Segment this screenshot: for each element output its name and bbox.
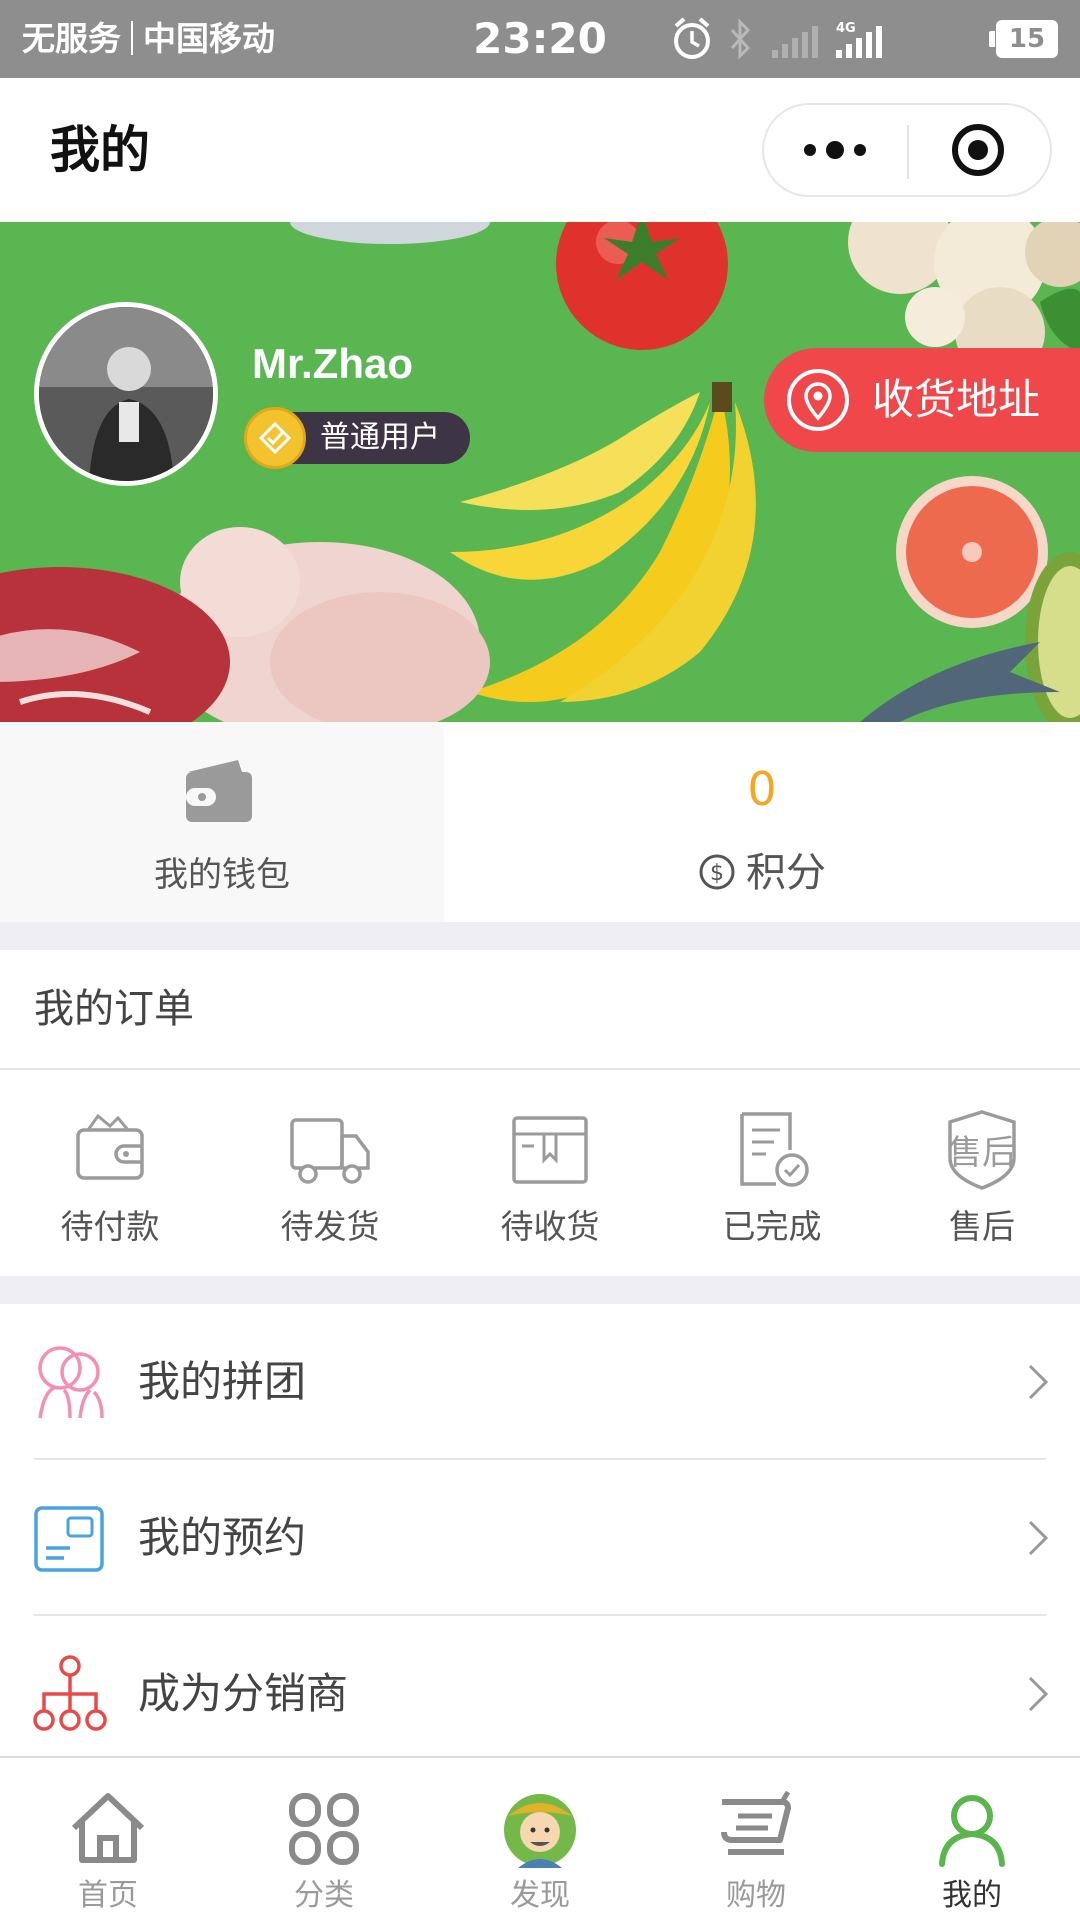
menu-reservation-label: 我的预约 xyxy=(138,1513,307,1562)
order-pending-payment[interactable]: 待付款 xyxy=(2,1072,218,1276)
status-bar: 无服务 中国移动 23:20 4G 15 xyxy=(0,0,1080,78)
tab-mine[interactable]: 我的 xyxy=(864,1758,1080,1922)
cart-icon xyxy=(721,1790,791,1855)
location-pin-icon xyxy=(787,369,849,431)
order-status-bar: 待付款 待发货 待收货 已完成 售后 售后 xyxy=(0,1072,1080,1276)
close-mini-program-button[interactable] xyxy=(907,105,1050,195)
my-orders-header[interactable]: 我的订单 xyxy=(0,950,1080,1070)
dollar-coin-icon: $ xyxy=(699,854,735,890)
truck-icon xyxy=(290,1118,370,1184)
assets-section: 我的钱包 0 $ 积分 xyxy=(0,722,1080,922)
member-level-label: 普通用户 xyxy=(320,420,440,455)
points-label-row: $ 积分 xyxy=(444,840,1080,898)
points-button[interactable]: 0 $ 积分 xyxy=(444,722,1080,922)
menu-become-distributor[interactable]: 成为分销商 xyxy=(0,1616,1080,1772)
user-icon xyxy=(939,1795,1005,1867)
my-wallet-button[interactable]: 我的钱包 xyxy=(0,722,444,922)
mini-program-capsule xyxy=(762,103,1052,197)
section-gap xyxy=(0,922,1080,950)
order-completed[interactable]: 已完成 xyxy=(664,1072,880,1276)
more-dots-icon xyxy=(804,141,866,159)
tab-home-label: 首页 xyxy=(78,1878,138,1913)
bottom-tab-bar: 首页 分类 发现 购物 我的 xyxy=(0,1756,1080,1920)
target-close-icon xyxy=(952,124,1004,176)
tab-discover-label: 发现 xyxy=(510,1878,570,1913)
status-icons: 4G xyxy=(674,17,882,60)
page-title: 我的 xyxy=(50,121,150,179)
network-type: 4G xyxy=(836,21,856,36)
menu-group-buy[interactable]: 我的拼团 xyxy=(0,1304,1080,1460)
order-after-sale[interactable]: 售后 售后 xyxy=(874,1072,1080,1276)
menu-reservation[interactable]: 我的预约 xyxy=(0,1460,1080,1616)
nav-bar: 我的 xyxy=(0,78,1080,222)
category-grid-icon xyxy=(289,1793,359,1865)
carrier-text: 无服务 中国移动 xyxy=(22,0,275,78)
group-buy-icon xyxy=(38,1346,104,1419)
points-label: 积分 xyxy=(746,850,826,896)
section-gap xyxy=(0,1276,1080,1304)
shipping-address-button[interactable]: 收货地址 xyxy=(764,348,1080,452)
svg-text:$: $ xyxy=(710,861,724,886)
wallet-icon xyxy=(76,1113,144,1180)
my-orders-title: 我的订单 xyxy=(34,986,194,1032)
order-after-sale-label: 售后 xyxy=(949,1207,1015,1246)
menu-become-distributor-label: 成为分销商 xyxy=(138,1669,349,1718)
chevron-right-icon xyxy=(1028,1520,1049,1556)
bluetooth-icon xyxy=(730,18,751,60)
wallet-label: 我的钱包 xyxy=(154,855,290,895)
menu-group-buy-label: 我的拼团 xyxy=(138,1357,307,1406)
carrier-name: 中国移动 xyxy=(143,19,275,58)
after-sale-shield-icon: 售后 xyxy=(948,1110,1016,1190)
tab-category-label: 分类 xyxy=(294,1878,354,1913)
tab-shopping-label: 购物 xyxy=(726,1878,786,1913)
user-avatar[interactable] xyxy=(34,302,218,486)
order-pending-receipt-label: 待收货 xyxy=(500,1207,600,1246)
alarm-icon xyxy=(674,17,710,59)
order-pending-shipment[interactable]: 待发货 xyxy=(222,1072,438,1276)
wallet-icon xyxy=(186,760,252,822)
chevron-right-icon xyxy=(1028,1364,1049,1400)
service-status: 无服务 xyxy=(22,19,121,58)
chevron-right-icon xyxy=(1028,1676,1049,1712)
battery-indicator: 15 xyxy=(989,20,1058,58)
shipping-address-label: 收货地址 xyxy=(872,375,1041,424)
distributor-tree-icon xyxy=(33,1655,107,1731)
tab-category[interactable]: 分类 xyxy=(216,1758,432,1922)
more-button[interactable] xyxy=(764,105,907,195)
home-icon xyxy=(71,1793,145,1863)
tab-home[interactable]: 首页 xyxy=(0,1758,216,1922)
package-icon xyxy=(512,1116,588,1184)
completed-doc-icon xyxy=(740,1112,809,1187)
order-pending-receipt[interactable]: 待收货 xyxy=(442,1072,658,1276)
points-value: 0 xyxy=(747,762,777,816)
order-pending-shipment-label: 待发货 xyxy=(280,1207,380,1246)
vip-medal-icon xyxy=(244,407,306,469)
signal-weak-icon xyxy=(772,26,818,58)
tab-mine-label: 我的 xyxy=(942,1878,1002,1913)
order-completed-label: 已完成 xyxy=(722,1207,822,1246)
farmer-avatar-icon xyxy=(504,1794,576,1868)
order-pending-payment-label: 待付款 xyxy=(60,1207,160,1246)
reservation-card-icon xyxy=(34,1506,104,1572)
status-time: 23:20 xyxy=(473,14,607,63)
username: Mr.Zhao xyxy=(252,340,414,387)
after-sale-glyph: 售后 xyxy=(948,1133,1016,1173)
tab-shopping[interactable]: 购物 xyxy=(648,1758,864,1922)
tab-discover[interactable]: 发现 xyxy=(432,1758,648,1922)
member-level-badge: 普通用户 xyxy=(244,407,470,469)
signal-4g-icon: 4G xyxy=(836,21,882,58)
avatar-photo xyxy=(39,307,213,481)
